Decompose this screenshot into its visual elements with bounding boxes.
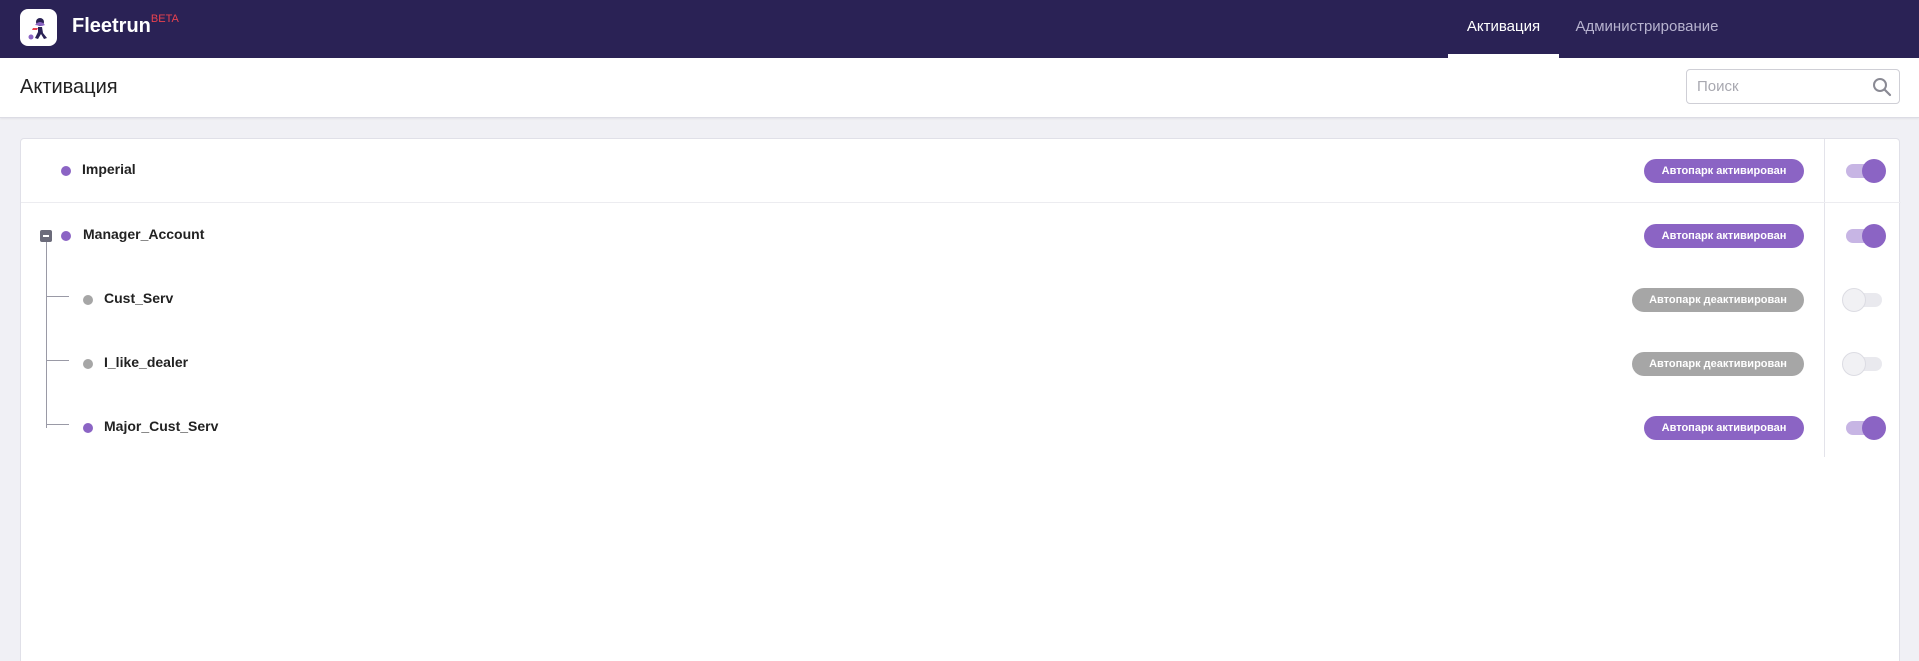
status-dot <box>83 295 93 305</box>
activation-toggle[interactable] <box>1844 224 1886 248</box>
app-logo[interactable] <box>20 9 57 46</box>
account-row-manager-account: Manager_Account Автопарк активирован <box>21 204 1901 268</box>
brand-name: FleetrunBETA <box>72 13 179 38</box>
status-badge: Автопарк активирован <box>1644 159 1804 183</box>
toggle-knob <box>1862 416 1886 440</box>
status-badge: Автопарк активирован <box>1644 416 1804 440</box>
tab-activation[interactable]: Активация <box>1448 0 1559 58</box>
account-row-major-cust-serv: Major_Cust_Serv Автопарк активирован <box>21 396 1901 460</box>
search-input[interactable] <box>1697 78 1857 95</box>
activation-toggle[interactable] <box>1844 159 1886 183</box>
status-badge: Автопарк деактивирован <box>1632 288 1804 312</box>
status-dot <box>83 423 93 433</box>
account-name: Major_Cust_Serv <box>104 418 219 434</box>
status-dot <box>83 359 93 369</box>
activation-toggle[interactable] <box>1842 352 1884 376</box>
top-navigation-bar: FleetrunBETA Активация Администрирование <box>0 0 1919 58</box>
account-row-i-like-dealer: I_like_dealer Автопарк деактивирован <box>21 332 1901 396</box>
beta-badge: BETA <box>150 13 179 25</box>
search-icon[interactable] <box>1871 76 1893 98</box>
account-row-cust-serv: Cust_Serv Автопарк деактивирован <box>21 268 1901 332</box>
account-name: Imperial <box>82 161 136 177</box>
account-row-imperial: Imperial Автопарк активирован <box>21 139 1901 203</box>
page-header: Активация <box>0 58 1919 118</box>
activation-toggle[interactable] <box>1844 416 1886 440</box>
toggle-knob <box>1862 159 1886 183</box>
activation-toggle[interactable] <box>1842 288 1884 312</box>
status-dot <box>61 231 71 241</box>
account-name: I_like_dealer <box>104 354 189 370</box>
toggle-knob <box>1842 288 1866 312</box>
status-dot <box>61 166 71 176</box>
toggle-knob <box>1842 352 1866 376</box>
brand-title: Fleetrun <box>72 15 151 37</box>
status-badge: Автопарк активирован <box>1644 224 1804 248</box>
search-box[interactable] <box>1686 69 1900 104</box>
account-name: Manager_Account <box>83 226 205 242</box>
collapse-toggle-icon[interactable] <box>40 230 52 242</box>
page-title: Активация <box>20 76 118 98</box>
accounts-tree-card: Imperial Автопарк активирован Manager_Ac… <box>20 138 1901 661</box>
toggle-knob <box>1862 224 1886 248</box>
account-name: Cust_Serv <box>104 290 174 306</box>
status-badge: Автопарк деактивирован <box>1632 352 1804 376</box>
tab-administration[interactable]: Администрирование <box>1570 0 1724 58</box>
logo-icon <box>28 17 47 39</box>
